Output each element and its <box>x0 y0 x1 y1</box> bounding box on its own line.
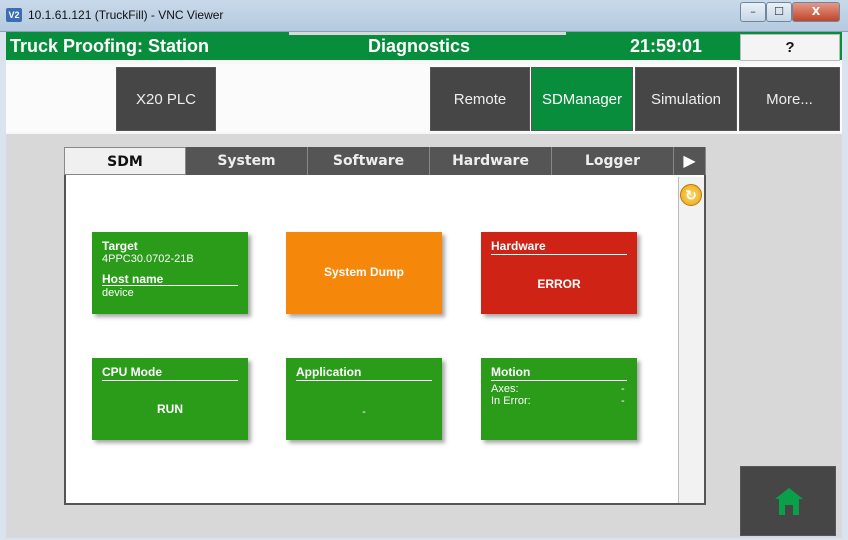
refresh-icon[interactable]: ↻ <box>680 184 702 206</box>
hardware-title: Hardware <box>491 239 546 253</box>
target-divider <box>102 285 238 286</box>
header-notch <box>289 32 566 35</box>
header-bar: Truck Proofing: Station Diagnostics 21:5… <box>6 32 842 61</box>
system-dump-tile[interactable]: System Dump <box>286 232 442 314</box>
tab-system[interactable]: System <box>186 147 308 175</box>
window-titlebar: V2 10.1.61.121 (TruckFill) - VNC Viewer … <box>0 0 848 32</box>
diagnostics-panel <box>64 147 706 505</box>
minimize-button[interactable]: – <box>740 2 766 22</box>
station-title: Truck Proofing: Station <box>10 36 210 56</box>
tab-software[interactable]: Software <box>308 147 430 175</box>
tab-sdm[interactable]: SDM <box>64 147 186 175</box>
clock: 21:59:01 <box>630 36 703 56</box>
tab-logger[interactable]: Logger <box>552 147 674 175</box>
application-value: - <box>362 406 366 418</box>
target-tile[interactable]: Target 4PPC30.0702-21B Host name device <box>92 232 248 314</box>
simulation-button[interactable]: Simulation <box>635 67 737 131</box>
remote-button[interactable]: Remote <box>430 67 530 131</box>
cpu-mode-divider <box>102 380 238 381</box>
system-dump-label: System Dump <box>323 265 405 279</box>
home-button[interactable] <box>740 466 836 536</box>
help-button[interactable]: ? <box>740 34 840 61</box>
cpu-mode-title: CPU Mode <box>102 365 162 379</box>
motion-divider <box>491 380 627 381</box>
target-title: Target <box>102 239 138 253</box>
maximize-button[interactable]: ☐ <box>766 2 792 22</box>
cpu-mode-status: RUN <box>157 402 183 416</box>
more-button[interactable]: More... <box>739 67 840 131</box>
motion-tile[interactable]: Motion Axes: - In Error: - <box>481 358 637 440</box>
close-button[interactable]: X <box>792 2 840 22</box>
application-title: Application <box>296 365 362 379</box>
x20-plc-button[interactable]: X20 PLC <box>116 67 216 131</box>
application-divider <box>296 380 432 381</box>
axes-value: - <box>621 383 625 395</box>
vnc-app-icon: V2 <box>6 8 22 22</box>
hardware-status: ERROR <box>537 277 581 291</box>
tab-next-arrow-icon[interactable]: ▶ <box>674 147 706 175</box>
home-icon <box>775 488 803 515</box>
window-title: 10.1.61.121 (TruckFill) - VNC Viewer <box>28 8 224 22</box>
tab-bar: SDM System Software Hardware Logger ▶ <box>64 147 706 175</box>
hardware-tile[interactable]: Hardware ERROR <box>481 232 637 314</box>
in-error-value: - <box>621 395 625 407</box>
nav-row: X20 PLC Remote SDManager Simulation More… <box>6 64 842 132</box>
host-name-label: Host name <box>102 272 164 286</box>
sdmanager-button[interactable]: SDManager <box>531 67 633 131</box>
panel-side-bar <box>678 177 704 503</box>
axes-label: Axes: <box>491 383 519 395</box>
application-tile[interactable]: Application - <box>286 358 442 440</box>
hardware-divider <box>491 254 627 255</box>
cpu-mode-tile[interactable]: CPU Mode RUN <box>92 358 248 440</box>
hmi-app: Truck Proofing: Station Diagnostics 21:5… <box>6 32 842 538</box>
target-value: 4PPC30.0702-21B <box>102 253 194 265</box>
in-error-label: In Error: <box>491 395 531 407</box>
host-name-value: device <box>102 287 134 299</box>
tab-hardware[interactable]: Hardware <box>430 147 552 175</box>
motion-title: Motion <box>491 365 531 379</box>
screen-title: Diagnostics <box>368 36 471 56</box>
